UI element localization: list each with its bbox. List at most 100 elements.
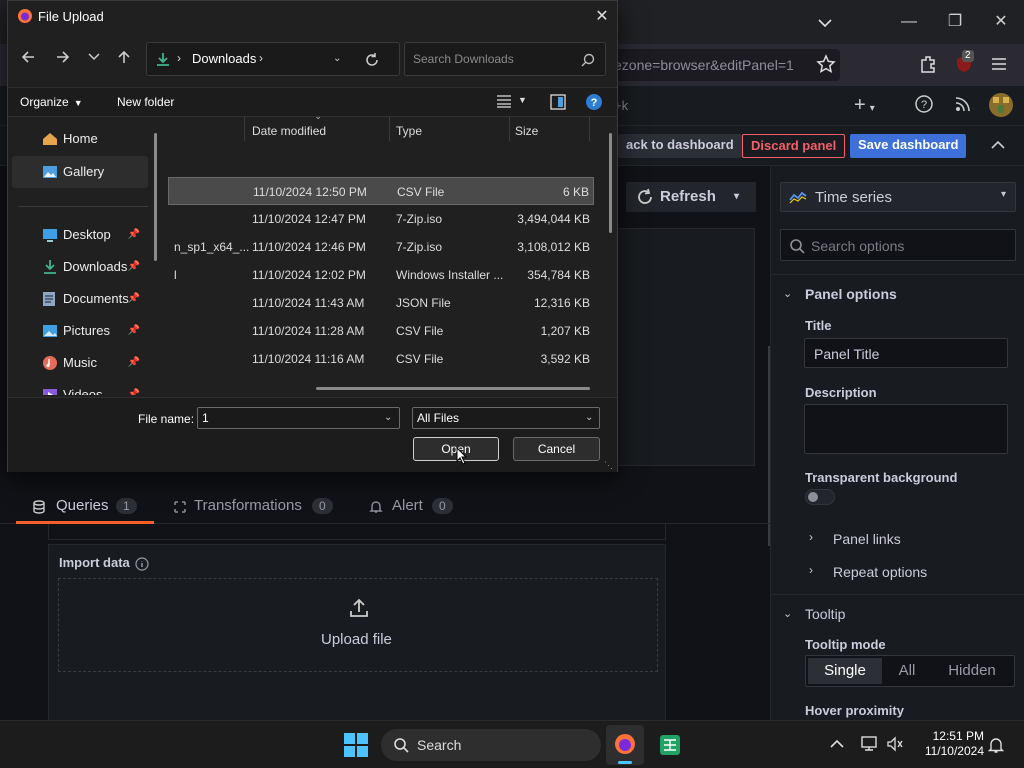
repeat-options-header[interactable]: › Repeat options xyxy=(809,563,1009,583)
download-icon xyxy=(42,259,58,275)
tab-alert[interactable]: Alert 0 xyxy=(366,488,466,524)
nav-item-pictures[interactable]: Pictures 📌 xyxy=(12,315,148,347)
dialog-close-button[interactable]: ✕ xyxy=(588,3,616,31)
cancel-button[interactable]: Cancel xyxy=(513,437,600,461)
column-date-modified[interactable]: Date modified xyxy=(252,124,326,138)
file-size: 3,592 KB xyxy=(540,352,590,366)
file-date: 11/10/2024 12:46 PM xyxy=(252,240,366,254)
close-window-button[interactable]: ✕ xyxy=(978,0,1024,44)
address-breadcrumb[interactable]: › Downloads › ⌄ xyxy=(146,42,400,76)
column-size[interactable]: Size xyxy=(515,124,538,138)
add-menu-button[interactable]: + ▾ xyxy=(854,94,890,118)
panel-title-input[interactable]: Panel Title xyxy=(804,338,1008,368)
clock-time: 12:51 PM xyxy=(932,729,984,743)
table-row[interactable]: 11/10/2024 11:16 AM CSV File 3,592 KB xyxy=(168,345,594,373)
minimize-button[interactable]: — xyxy=(886,0,932,44)
nav-item-documents[interactable]: Documents 📌 xyxy=(12,283,148,315)
back-to-dashboard-button[interactable]: ack to dashboard xyxy=(618,134,742,158)
restore-button[interactable]: ❐ xyxy=(932,0,978,44)
table-row[interactable]: n_sp1_x64_... 11/10/2024 12:46 PM 7-Zip.… xyxy=(168,233,594,261)
resize-grip[interactable]: ⋱ xyxy=(604,460,614,470)
news-rss-icon[interactable] xyxy=(954,95,976,117)
tooltip-mode-hidden[interactable]: Hidden xyxy=(934,658,1010,684)
table-row[interactable]: 11/10/2024 11:43 AM JSON File 12,316 KB xyxy=(168,289,594,317)
column-type[interactable]: Type xyxy=(396,124,422,138)
nav-item-gallery[interactable]: Gallery xyxy=(12,156,148,188)
preview-pane-button[interactable] xyxy=(550,94,568,112)
view-options-button[interactable]: ▼ xyxy=(496,94,532,112)
save-dashboard-button[interactable]: Save dashboard xyxy=(850,134,967,158)
help-icon[interactable]: ? xyxy=(914,94,936,116)
discard-panel-button[interactable]: Discard panel xyxy=(742,134,846,158)
up-button[interactable] xyxy=(116,49,136,69)
search-icon xyxy=(581,53,595,67)
collapse-options-button[interactable] xyxy=(988,136,1008,156)
nav-item-desktop[interactable]: Desktop 📌 xyxy=(12,219,148,251)
desktop-icon xyxy=(42,228,58,242)
clock[interactable]: 12:51 PM 11/10/2024 xyxy=(912,729,984,761)
table-row[interactable]: 11/10/2024 11:28 AM CSV File 1,207 KB xyxy=(168,317,594,345)
file-type: CSV File xyxy=(396,324,444,338)
address-bar[interactable]: ezone=browser&editPanel=1 xyxy=(608,49,840,81)
refresh-icon[interactable] xyxy=(365,53,379,67)
nav-item-downloads[interactable]: Downloads 📌 xyxy=(12,251,148,283)
filename-input[interactable]: 1 ⌄ xyxy=(197,407,400,429)
upload-dropzone[interactable]: Upload file xyxy=(58,578,658,672)
app-menu-icon[interactable] xyxy=(990,56,1010,74)
show-hidden-icons-button[interactable] xyxy=(830,739,846,751)
recent-locations-button[interactable] xyxy=(88,53,102,65)
tab-transformations[interactable]: Transformations 0 xyxy=(168,488,348,524)
start-button[interactable] xyxy=(343,732,369,758)
notifications-icon[interactable] xyxy=(988,736,1006,754)
windows-taskbar: Search 12:51 PM 11/10/2024 xyxy=(0,720,1024,768)
organize-button[interactable]: Organize ▼ xyxy=(20,95,83,109)
filename-value: 1 xyxy=(202,411,209,425)
filetype-select[interactable]: All Files ⌄ xyxy=(412,407,600,429)
file-list-scrollbar[interactable] xyxy=(609,133,612,233)
refresh-button[interactable]: Refresh ▾ xyxy=(626,182,756,212)
list-all-tabs-button[interactable] xyxy=(812,14,838,32)
nav-pane-scrollbar[interactable] xyxy=(154,133,157,261)
transparent-toggle[interactable] xyxy=(805,489,835,505)
file-size: 354,784 KB xyxy=(527,268,590,282)
taskbar-firefox[interactable] xyxy=(606,725,644,765)
refresh-icon xyxy=(638,188,652,204)
nav-item-home[interactable]: Home xyxy=(12,123,148,155)
network-icon[interactable] xyxy=(860,735,880,755)
visualization-picker[interactable]: Time series ▾ xyxy=(780,182,1016,212)
taskbar-search[interactable]: Search xyxy=(381,729,601,761)
address-history-icon[interactable]: ⌄ xyxy=(333,53,341,64)
tooltip-mode-all[interactable]: All xyxy=(884,658,930,684)
table-row[interactable]: 11/10/2024 12:47 PM 7-Zip.iso 3,494,044 … xyxy=(168,205,594,233)
description-textarea[interactable] xyxy=(804,404,1008,454)
volume-muted-icon[interactable] xyxy=(886,736,906,754)
tooltip-mode-single[interactable]: Single xyxy=(808,658,882,684)
horizontal-scrollbar[interactable] xyxy=(316,387,590,390)
table-row[interactable]: 11/10/2024 12:50 PM CSV File 6 KB xyxy=(168,177,594,205)
tab-queries[interactable]: Queries 1 xyxy=(16,488,154,524)
taskbar-spreadsheet-app[interactable] xyxy=(655,729,685,761)
panel-links-header[interactable]: › Panel links xyxy=(809,530,1009,550)
ublock-icon[interactable]: 2 xyxy=(954,50,976,76)
nav-item-label: Downloads xyxy=(63,259,128,274)
forward-button[interactable] xyxy=(55,49,75,69)
new-folder-button[interactable]: New folder xyxy=(117,95,174,109)
breadcrumb-downloads[interactable]: Downloads xyxy=(192,51,256,66)
back-button[interactable] xyxy=(20,49,40,69)
bookmark-star-icon[interactable] xyxy=(816,54,838,76)
preview-pane-icon xyxy=(550,94,566,110)
nav-item-music[interactable]: Music 📌 xyxy=(12,347,148,379)
nav-item-videos[interactable]: Videos 📌 xyxy=(12,379,148,395)
extensions-icon[interactable] xyxy=(918,54,940,76)
music-icon xyxy=(42,355,58,371)
panel-options-title: Panel options xyxy=(805,286,897,302)
search-options-input[interactable]: Search options xyxy=(780,229,1016,261)
chevron-down-icon: ⌄ xyxy=(384,412,393,423)
panel-options-header[interactable]: ⌄ Panel options xyxy=(781,284,1011,304)
refresh-dropdown-icon[interactable]: ▾ xyxy=(734,182,739,212)
tooltip-header[interactable]: ⌄ Tooltip xyxy=(781,604,1011,624)
search-downloads-input[interactable]: Search Downloads xyxy=(404,42,606,76)
user-avatar[interactable] xyxy=(989,93,1013,117)
help-button[interactable]: ? xyxy=(585,93,603,111)
table-row[interactable]: l 11/10/2024 12:02 PM Windows Installer … xyxy=(168,261,594,289)
